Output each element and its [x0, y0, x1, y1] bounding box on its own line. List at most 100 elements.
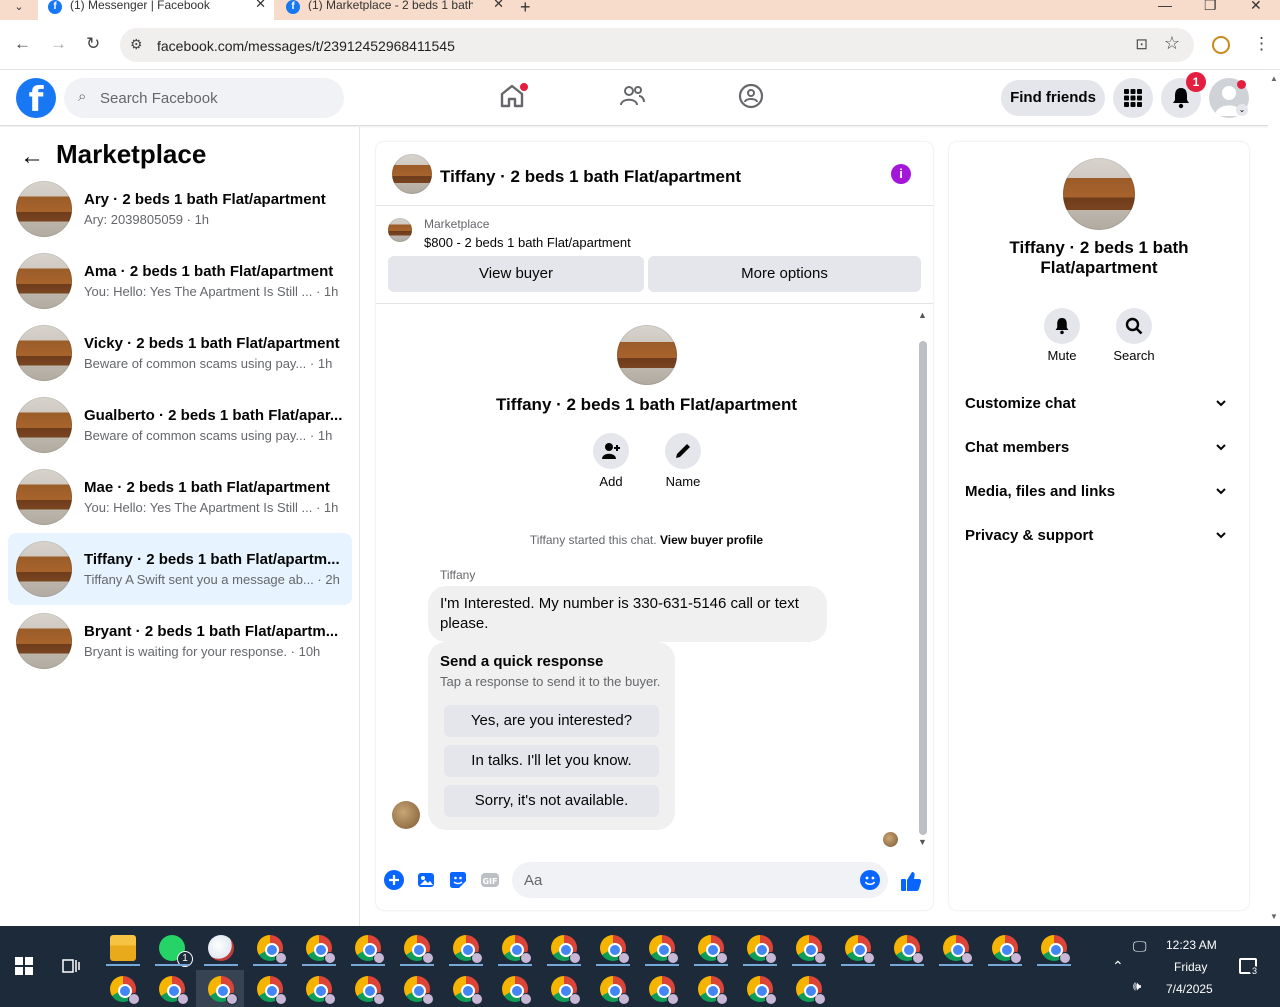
- chrome-icon[interactable]: [306, 935, 336, 964]
- back-icon[interactable]: ←: [14, 34, 31, 54]
- sender-avatar[interactable]: [392, 801, 420, 829]
- chrome-icon[interactable]: [747, 976, 777, 1005]
- scroll-down-icon[interactable]: ▼: [918, 837, 927, 847]
- chrome-icon[interactable]: [649, 935, 679, 964]
- task-view-icon[interactable]: [62, 957, 80, 975]
- media-files-links-section[interactable]: Media, files and links: [965, 480, 1233, 504]
- chrome-icon[interactable]: [698, 935, 728, 964]
- name-button[interactable]: [665, 433, 701, 469]
- tab-search-button[interactable]: ⌄: [6, 0, 32, 18]
- chrome-icon[interactable]: [110, 976, 140, 1005]
- chrome-icon[interactable]: [502, 976, 532, 1005]
- quick-reply-not-available[interactable]: Sorry, it's not available.: [444, 785, 659, 817]
- forward-icon[interactable]: →: [50, 34, 67, 54]
- file-explorer-icon[interactable]: [110, 935, 136, 961]
- chrome-icon[interactable]: [600, 976, 630, 1005]
- privacy-support-section[interactable]: Privacy & support: [965, 524, 1233, 548]
- scroll-down-icon[interactable]: ▼: [1270, 912, 1278, 921]
- whatsapp-icon[interactable]: 1: [159, 935, 193, 967]
- quick-reply-in-talks[interactable]: In talks. I'll let you know.: [444, 745, 659, 777]
- facebook-logo[interactable]: f: [16, 78, 56, 120]
- paint-app-icon[interactable]: [208, 935, 234, 961]
- find-friends-button[interactable]: Find friends: [1001, 80, 1105, 116]
- emoji-icon[interactable]: [860, 870, 880, 890]
- chrome-icon[interactable]: [404, 976, 434, 1005]
- close-window-icon[interactable]: ✕: [1250, 0, 1262, 14]
- close-tab-icon[interactable]: ✕: [493, 0, 504, 10]
- gif-icon[interactable]: GIF: [480, 870, 500, 890]
- address-bar[interactable]: ⚙ facebook.com/messages/t/23912452968411…: [120, 28, 1194, 62]
- show-hidden-icons-icon[interactable]: ⌃: [1112, 958, 1124, 975]
- conversation-item[interactable]: Mae · 2 beds 1 bath Flat/apartment You: H…: [8, 461, 352, 533]
- mute-button[interactable]: [1044, 308, 1080, 344]
- conversation-item[interactable]: Vicky · 2 beds 1 bath Flat/apartment Bewa…: [8, 317, 352, 389]
- search-button[interactable]: [1116, 308, 1152, 344]
- clock-day[interactable]: Friday: [1174, 960, 1207, 974]
- reload-icon[interactable]: ↻: [86, 34, 100, 54]
- tab-marketplace[interactable]: f (1) Marketplace - 2 beds 1 bath ✕: [276, 0, 512, 20]
- more-options-button[interactable]: More options: [648, 256, 921, 292]
- conversation-item[interactable]: Bryant · 2 beds 1 bath Flat/apartm... Bry…: [8, 605, 352, 677]
- thumbs-up-icon[interactable]: [900, 870, 922, 892]
- conversation-item[interactable]: Ama · 2 beds 1 bath Flat/apartment You: H…: [8, 245, 352, 317]
- chrome-icon[interactable]: [453, 935, 483, 964]
- install-app-icon[interactable]: ⊡: [1135, 35, 1148, 53]
- volume-icon[interactable]: 🕪: [1133, 978, 1141, 994]
- chrome-icon[interactable]: [306, 976, 336, 1005]
- clock-date[interactable]: 7/4/2025: [1166, 982, 1213, 996]
- listing-price[interactable]: $800 - 2 beds 1 bath Flat/apartment: [424, 235, 631, 250]
- back-arrow-icon[interactable]: ←: [20, 143, 44, 171]
- chrome-icon[interactable]: [992, 935, 1022, 964]
- windows-start-icon[interactable]: [15, 957, 33, 975]
- facebook-search-input[interactable]: ⌕ Search Facebook: [64, 78, 344, 118]
- customize-chat-section[interactable]: Customize chat: [965, 392, 1233, 416]
- restore-icon[interactable]: ❐: [1204, 0, 1217, 14]
- view-buyer-profile-link[interactable]: View buyer profile: [660, 533, 763, 547]
- info-icon[interactable]: i: [891, 164, 911, 184]
- message-input[interactable]: Aa: [512, 862, 888, 898]
- page-scrollbar[interactable]: ▲ ▼: [1268, 70, 1280, 926]
- message-bubble[interactable]: I'm Interested. My number is 330-631-514…: [428, 586, 827, 642]
- chrome-icon[interactable]: [404, 935, 434, 964]
- site-info-icon[interactable]: ⚙: [130, 36, 143, 53]
- chrome-icon[interactable]: [551, 935, 581, 964]
- url-text[interactable]: facebook.com/messages/t/2391245296841154…: [157, 38, 455, 54]
- chrome-icon[interactable]: [698, 976, 728, 1005]
- browser-menu-icon[interactable]: ⋮: [1253, 34, 1270, 54]
- browser-profile-icon[interactable]: [1212, 36, 1230, 54]
- groups-icon[interactable]: [737, 82, 769, 114]
- chrome-icon[interactable]: [208, 976, 238, 1005]
- chat-title[interactable]: Tiffany · 2 beds 1 bath Flat/apartment: [440, 167, 741, 187]
- close-tab-icon[interactable]: ✕: [255, 0, 266, 10]
- plus-icon[interactable]: [384, 870, 404, 890]
- chrome-icon[interactable]: [796, 976, 826, 1005]
- scrollbar-thumb[interactable]: [919, 341, 927, 835]
- conversation-item[interactable]: Ary · 2 beds 1 bath Flat/apartment Ary: 2…: [8, 173, 352, 245]
- photo-icon[interactable]: [416, 870, 436, 890]
- scroll-up-icon[interactable]: ▲: [1270, 74, 1278, 83]
- chrome-icon[interactable]: [894, 935, 924, 964]
- bookmark-star-icon[interactable]: ☆: [1164, 33, 1180, 54]
- tab-messenger[interactable]: f (1) Messenger | Facebook ✕: [38, 0, 274, 20]
- chrome-icon[interactable]: [600, 935, 630, 964]
- conversation-item[interactable]: Gualberto · 2 beds 1 bath Flat/apar... Be…: [8, 389, 352, 461]
- chrome-icon[interactable]: [943, 935, 973, 964]
- add-person-button[interactable]: [593, 433, 629, 469]
- scroll-up-icon[interactable]: ▲: [918, 310, 927, 320]
- quick-reply-interested[interactable]: Yes, are you interested?: [444, 705, 659, 737]
- network-icon[interactable]: 🖵: [1133, 938, 1147, 955]
- chrome-icon[interactable]: [502, 935, 532, 964]
- friends-icon[interactable]: [618, 82, 650, 114]
- conversation-item[interactable]: Tiffany · 2 beds 1 bath Flat/apartm... Ti…: [8, 533, 352, 605]
- chat-members-section[interactable]: Chat members: [965, 436, 1233, 460]
- chrome-icon[interactable]: [453, 976, 483, 1005]
- chat-thumbnail[interactable]: [392, 154, 432, 194]
- chrome-icon[interactable]: [845, 935, 875, 964]
- new-tab-button[interactable]: +: [520, 0, 531, 18]
- thread-scrollbar[interactable]: ▲ ▼: [918, 310, 927, 847]
- chrome-icon[interactable]: [747, 935, 777, 964]
- chrome-icon[interactable]: [159, 976, 189, 1005]
- chrome-icon[interactable]: [551, 976, 581, 1005]
- chrome-icon[interactable]: [257, 976, 287, 1005]
- chrome-icon[interactable]: [355, 976, 385, 1005]
